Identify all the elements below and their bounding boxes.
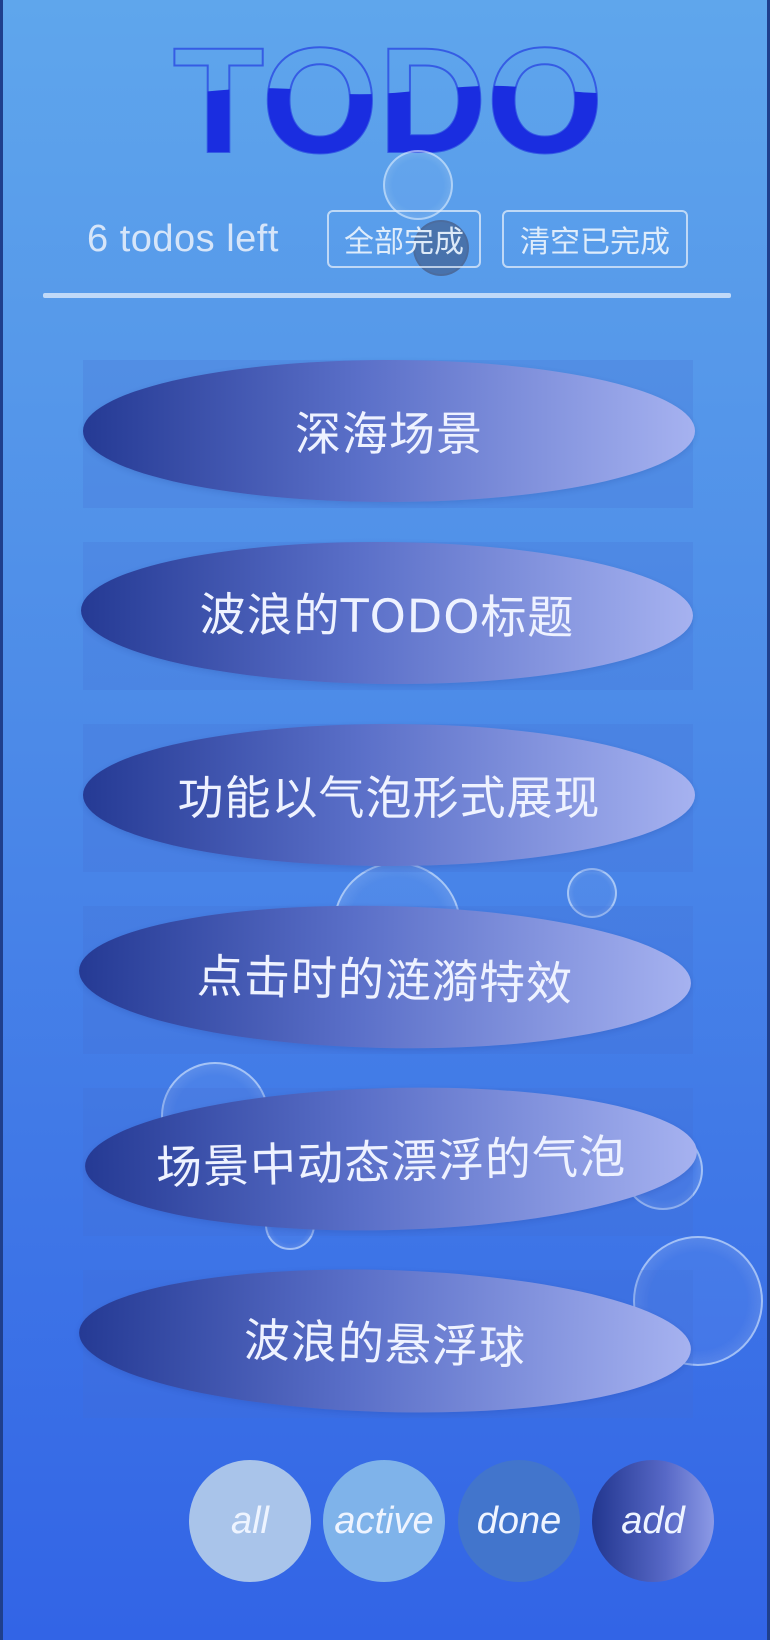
todo-bubble[interactable]: 波浪的悬浮球 xyxy=(77,1261,693,1421)
todo-text: 场景中动态漂浮的气泡 xyxy=(155,1129,627,1195)
filter-active-button[interactable]: active xyxy=(323,1460,445,1582)
todo-text: 点击时的涟漪特效 xyxy=(196,949,574,1011)
filter-all-button[interactable]: all xyxy=(189,1460,311,1582)
todo-bubble[interactable]: 深海场景 xyxy=(83,360,695,502)
todo-row: 波浪的悬浮球 xyxy=(77,1261,693,1421)
todo-text: 波浪的TODO标题 xyxy=(199,587,575,645)
todo-text: 深海场景 xyxy=(295,407,483,461)
todo-text: 波浪的悬浮球 xyxy=(243,1313,527,1375)
todo-text: 功能以气泡形式展现 xyxy=(177,771,601,825)
todo-bubble[interactable]: 点击时的涟漪特效 xyxy=(77,899,693,1055)
todo-row: 深海场景 xyxy=(83,360,695,508)
todo-bubble[interactable]: 场景中动态漂浮的气泡 xyxy=(83,1080,699,1238)
add-todo-button[interactable]: add xyxy=(592,1460,714,1582)
todo-row: 功能以气泡形式展现 xyxy=(83,724,695,872)
todo-list: 深海场景 波浪的TODO标题 功能以气泡形式展现 点击时的涟漪特效 场景中动态漂… xyxy=(3,0,767,1640)
filter-done-button[interactable]: done xyxy=(458,1460,580,1582)
todo-row: 波浪的TODO标题 xyxy=(80,539,694,690)
todo-bubble[interactable]: 波浪的TODO标题 xyxy=(80,539,694,687)
todo-row: 点击时的涟漪特效 xyxy=(77,899,693,1055)
todo-row: 场景中动态漂浮的气泡 xyxy=(83,1080,699,1238)
todo-bubble[interactable]: 功能以气泡形式展现 xyxy=(83,724,695,866)
app-screen: TODO TODO 6 todos left 全部完成 清空已完成 深海场景 波… xyxy=(0,0,770,1640)
